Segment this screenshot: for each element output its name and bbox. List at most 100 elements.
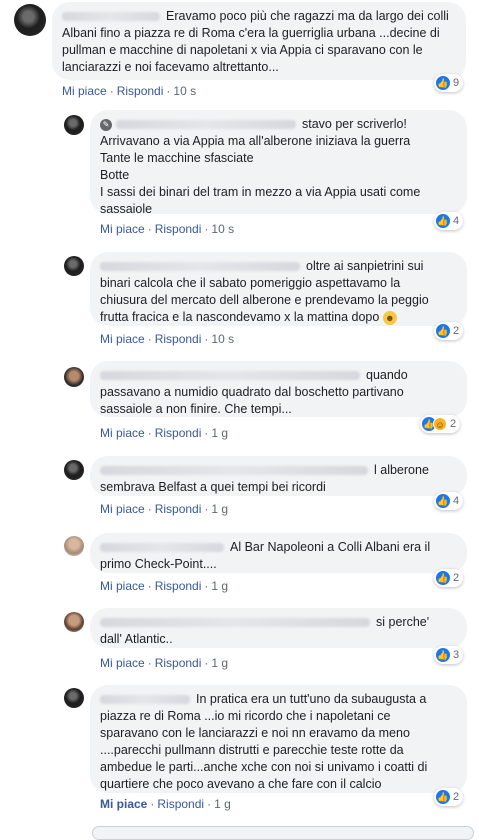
comment-text-line: ....parecchi pullmann distrutti e parecc… [100, 743, 404, 757]
like-button[interactable]: Mi piace [100, 502, 145, 516]
comment-bubble: Al Bar Napoleoni a Colli Albani era il p… [90, 533, 467, 573]
author-name-redacted[interactable] [100, 466, 368, 476]
author-name-redacted[interactable] [100, 695, 190, 705]
avatar[interactable] [64, 536, 84, 556]
haha-reaction-icon: ☺ [433, 417, 447, 431]
like-button[interactable]: Mi piace [100, 332, 145, 346]
comment-text-line: binari calcola che il sabato pomeriggio … [100, 276, 401, 290]
like-button[interactable]: Mi piace [100, 222, 145, 236]
comment-bubble: oltre ai sanpietrini sui binari calcola … [90, 252, 467, 326]
comment-actions: Mi piace · Rispondi · 1 g [100, 797, 231, 811]
comment-text-line: Eravamo poco più che ragazzi ma da largo… [166, 9, 449, 23]
reply-button[interactable]: Rispondi [157, 797, 204, 811]
comment-text-line: sembrava Belfast a quei tempi bei ricord… [100, 480, 326, 494]
timestamp[interactable]: 1 g [211, 426, 228, 440]
reactions-badge[interactable]: 👍 3 [434, 646, 464, 664]
comment-text-line: Arrivavano a via Appia ma all'alberone i… [100, 134, 411, 148]
author-name-redacted[interactable] [100, 618, 370, 628]
comment-text-line: Albani fino a piazza re di Roma c'era la… [62, 26, 440, 40]
like-reaction-icon: 👍 [436, 494, 450, 508]
comment-text-line: lanciarazzi e noi facevamo altrettanto..… [62, 60, 279, 74]
comment-text-line: Tante le macchine sfasciate [100, 151, 254, 165]
reactions-badge[interactable]: 👍 4 [434, 492, 464, 510]
reply-button[interactable]: Rispondi [155, 502, 202, 516]
like-button[interactable]: Mi piace [100, 579, 145, 593]
comment-text-line: quartiere che poco avevano a che fare co… [100, 777, 382, 791]
timestamp[interactable]: 10 s [211, 332, 234, 346]
reaction-count: 9 [453, 77, 460, 89]
like-reaction-icon: 👍 [436, 571, 450, 585]
timestamp[interactable]: 1 g [211, 656, 228, 670]
comment-text-line: ambedue le parti...anche xche con noi si… [100, 760, 428, 774]
author-name-redacted[interactable] [100, 543, 224, 553]
comment-text-line: si perche' [376, 615, 430, 629]
reactions-badge[interactable]: 👍 9 [434, 74, 464, 92]
wink-emoji-icon: ☻ [382, 310, 397, 325]
author-name-redacted[interactable] [100, 262, 300, 272]
comment-text-line: primo Check-Point.... [100, 557, 217, 571]
avatar[interactable] [64, 688, 84, 708]
reactions-badge[interactable]: 👍 4 [434, 212, 464, 230]
like-reaction-icon: 👍 [436, 214, 450, 228]
comment-bubble: Eravamo poco più che ragazzi ma da largo… [52, 2, 466, 80]
reaction-count: 2 [453, 572, 460, 584]
author-name-redacted[interactable] [62, 12, 160, 22]
timestamp[interactable]: 10 s [211, 222, 234, 236]
comment-text-line: sassaiole a non finire. Che tempi... [100, 402, 292, 416]
like-button[interactable]: Mi piace [100, 656, 145, 670]
comment-text-line: pullman e macchine di napoletani x via A… [62, 43, 423, 57]
comment-bubble: In pratica era un tutt'uno da subaugusta… [90, 685, 467, 793]
comment-text-line: passavano a numidio quadrato dal boschet… [100, 385, 404, 399]
like-button[interactable]: Mi piace [100, 797, 147, 811]
reply-button[interactable]: Rispondi [117, 84, 164, 98]
author-name-redacted[interactable] [116, 120, 296, 130]
reaction-count: 2 [450, 418, 457, 430]
comment-bubble: si perche' dall' Atlantic.. [90, 608, 467, 648]
like-reaction-icon: 👍 [436, 76, 450, 90]
comment-actions: Mi piace · Rispondi · 1 g [100, 426, 229, 440]
timestamp[interactable]: 1 g [211, 579, 228, 593]
comment-actions: Mi piace · Rispondi · 10 s [100, 222, 235, 236]
comment-actions: Mi piace · Rispondi · 10 s [62, 84, 197, 98]
reply-button[interactable]: Rispondi [155, 332, 202, 346]
comment-text-line: I sassi dei binari del tram in mezzo a v… [100, 185, 421, 199]
like-button[interactable]: Mi piace [62, 84, 107, 98]
like-reaction-icon: 👍 [436, 648, 450, 662]
comment-actions: Mi piace · Rispondi · 1 g [100, 502, 229, 516]
reply-button[interactable]: Rispondi [155, 656, 202, 670]
reactions-badge[interactable]: 👍 2 [434, 788, 464, 806]
reply-button[interactable]: Rispondi [155, 222, 202, 236]
timestamp[interactable]: 10 s [173, 84, 196, 98]
like-button[interactable]: Mi piace [100, 426, 145, 440]
comment-text-line: frutta fracica e la nascondevamo x la ma… [100, 310, 380, 324]
avatar[interactable] [64, 460, 84, 480]
reactions-badge[interactable]: 👍 2 [434, 569, 464, 587]
comment-text-line: sparavano con le lanciarazzi e noi nn er… [100, 726, 410, 740]
avatar[interactable] [64, 256, 84, 276]
reaction-count: 4 [453, 215, 460, 227]
reply-button[interactable]: Rispondi [155, 426, 202, 440]
like-reaction-icon: 👍 [436, 790, 450, 804]
reaction-count: 3 [453, 649, 460, 661]
timestamp[interactable]: 1 g [214, 797, 231, 811]
reactions-badge[interactable]: 👍 ☺ 2 [420, 415, 461, 433]
comment-bubble: l alberone sembrava Belfast a quei tempi… [90, 456, 467, 496]
avatar[interactable] [64, 612, 84, 632]
author-name-redacted[interactable] [100, 371, 360, 381]
avatar[interactable] [14, 4, 46, 36]
avatar[interactable] [64, 367, 84, 387]
like-reaction-icon: 👍 [436, 324, 450, 338]
reply-input-box[interactable] [92, 826, 474, 840]
reaction-count: 2 [453, 791, 460, 803]
comment-text-line: Botte [100, 168, 130, 182]
comment-bubble: ✎ stavo per scriverlo! Arrivavano a via A… [90, 110, 467, 216]
comment-text-line: oltre ai sanpietrini sui [306, 259, 424, 273]
reply-button[interactable]: Rispondi [155, 579, 202, 593]
reaction-count: 4 [453, 495, 460, 507]
timestamp[interactable]: 1 g [211, 502, 228, 516]
avatar[interactable] [64, 115, 84, 135]
reactions-badge[interactable]: 👍 2 [434, 322, 464, 340]
edit-icon: ✎ [100, 118, 112, 131]
comment-text-line: quando [366, 368, 408, 382]
comment-text-line: chiusura del mercato dell alberone e pre… [100, 293, 429, 307]
